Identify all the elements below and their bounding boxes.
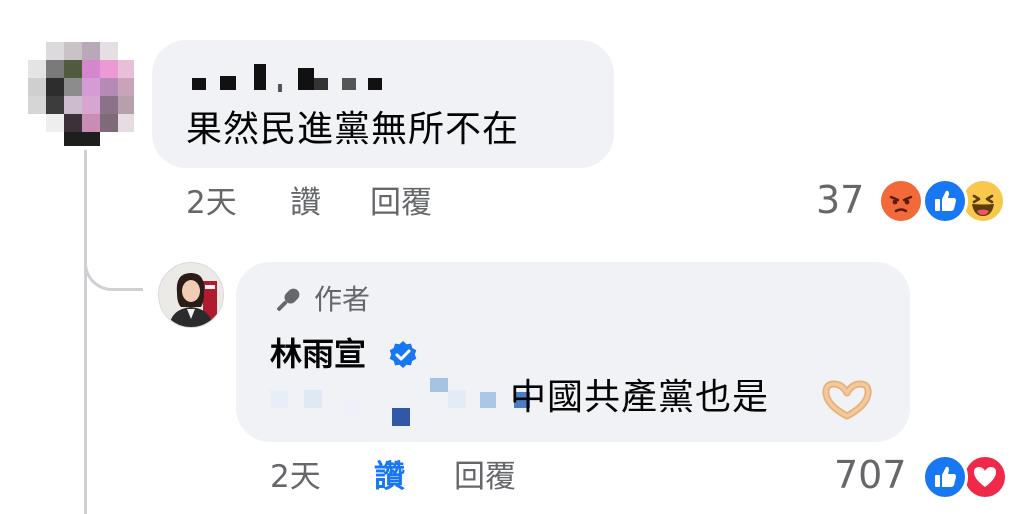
- comment-text: 果然民進黨無所不在: [186, 109, 520, 150]
- comment-reaction-count: 37: [816, 178, 865, 222]
- like-reaction-icon: [922, 178, 968, 224]
- mention-redacted[interactable]: [270, 378, 530, 426]
- comment-like-button[interactable]: 讚: [290, 188, 321, 219]
- heart-hands-emoji: [820, 380, 874, 420]
- like-reaction-icon: [922, 454, 968, 500]
- reply-connector: [84, 240, 143, 291]
- commenter-name-redacted[interactable]: [192, 64, 392, 92]
- author-name[interactable]: 林雨宣: [270, 338, 366, 370]
- commenter-avatar[interactable]: [28, 42, 134, 146]
- angry-reaction-icon: [878, 178, 924, 224]
- thread-line: [84, 150, 87, 514]
- comment-reactions[interactable]: 37: [812, 176, 1012, 226]
- author-avatar[interactable]: [158, 262, 224, 328]
- comment-reply-button[interactable]: 回覆: [370, 188, 432, 219]
- love-reaction-icon: [962, 454, 1008, 500]
- comment-bubble: 果然民進黨無所不在: [152, 40, 614, 168]
- reply-like-button[interactable]: 讚: [374, 462, 405, 493]
- reply-reply-button[interactable]: 回覆: [454, 462, 516, 493]
- reply-bubble: 作者 林雨宣 中國共產黨也是: [236, 262, 910, 442]
- verified-badge-icon: [388, 340, 418, 370]
- reply-time[interactable]: 2天: [270, 462, 321, 493]
- reply-reaction-count: 707: [834, 453, 907, 497]
- microphone-icon: [270, 284, 304, 318]
- reply-reactions[interactable]: 707: [832, 452, 1012, 502]
- reply-text: 中國共產黨也是: [510, 377, 770, 418]
- comment-time[interactable]: 2天: [186, 188, 237, 219]
- author-badge: 作者: [314, 283, 371, 316]
